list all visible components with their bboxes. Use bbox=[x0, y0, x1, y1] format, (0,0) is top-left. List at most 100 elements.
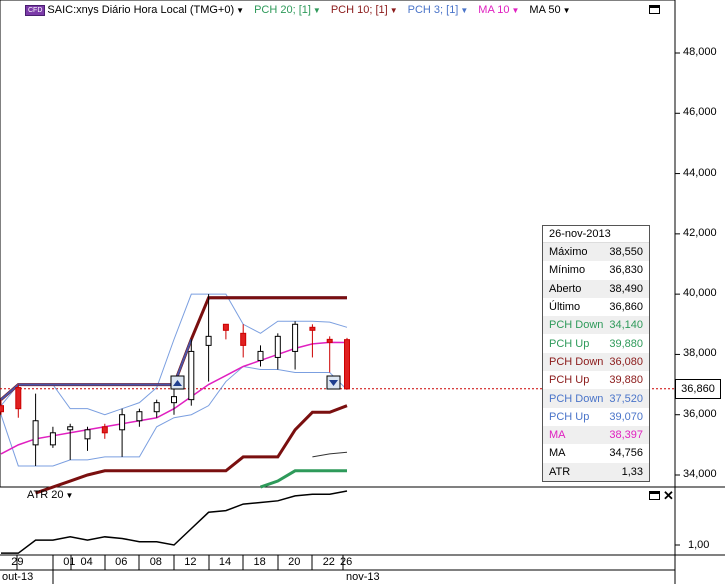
dropdown-arrow-icon: ▼ bbox=[511, 5, 520, 15]
price-tick-label: 44,000 bbox=[683, 166, 717, 179]
data-window-value: 39,070 bbox=[609, 410, 643, 423]
cfd-badge: CFD bbox=[25, 4, 46, 16]
data-window-row: Último 36,860 bbox=[543, 298, 649, 316]
data-window-label: MA bbox=[549, 429, 566, 442]
candle-body[interactable] bbox=[32, 420, 39, 446]
candle-body[interactable] bbox=[49, 432, 56, 446]
date-tick-label: 01 bbox=[63, 556, 76, 568]
data-window-label: Mínimo bbox=[549, 264, 586, 277]
pch10-down-line bbox=[35, 404, 348, 495]
month-label: nov-13 bbox=[346, 571, 380, 583]
symbol-label[interactable]: SAIC:xnys Diário Hora Local (TMG+0) ▼ bbox=[47, 4, 244, 16]
price-tick-label: 42,000 bbox=[683, 226, 717, 239]
dropdown-arrow-icon: ▼ bbox=[236, 5, 245, 15]
indicator-pch20[interactable]: PCH 20; [1] ▼ bbox=[254, 4, 321, 16]
indicator-ma10[interactable]: MA 10 ▼ bbox=[478, 4, 519, 16]
price-tick-label: 48,000 bbox=[683, 46, 717, 58]
price-tick-label: 40,000 bbox=[683, 287, 717, 300]
data-window-label: PCH Down bbox=[549, 319, 604, 332]
data-window-value: 37,520 bbox=[609, 392, 643, 405]
dropdown-arrow-icon: ▼ bbox=[65, 490, 74, 500]
candle-body[interactable] bbox=[188, 350, 195, 401]
indicator-label: ATR 20 bbox=[27, 489, 64, 501]
data-window-row: PCH Down 37,520 bbox=[543, 389, 649, 408]
data-window-row: Máximo 38,550 bbox=[543, 243, 649, 262]
data-window-label: ATR bbox=[549, 465, 571, 478]
indicator-label: PCH 3; [1] bbox=[407, 4, 459, 16]
candle-body[interactable] bbox=[222, 323, 229, 331]
dropdown-arrow-icon: ▼ bbox=[389, 5, 398, 15]
data-window-label: PCH Up bbox=[549, 410, 590, 423]
candle-body[interactable] bbox=[257, 350, 264, 361]
candle-body[interactable] bbox=[171, 396, 177, 404]
indicator-label: MA 50 bbox=[529, 4, 561, 16]
dropdown-arrow-icon: ▼ bbox=[460, 5, 469, 15]
data-window-value: 38,397 bbox=[609, 429, 643, 442]
candle-body[interactable] bbox=[67, 426, 74, 431]
data-window-label: PCH Up bbox=[549, 337, 590, 350]
maximize-atr-panel-button[interactable] bbox=[649, 491, 660, 500]
data-window-label: PCH Down bbox=[549, 355, 604, 368]
data-window-value: 36,830 bbox=[609, 264, 643, 277]
dropdown-arrow-icon: ▼ bbox=[312, 5, 321, 15]
data-window-label: PCH Down bbox=[549, 392, 604, 405]
price-tick-label: 36,000 bbox=[683, 407, 717, 420]
chart-window: CFD SAIC:xnys Diário Hora Local (TMG+0) ▼… bbox=[0, 0, 725, 584]
data-window-row: ATR 1,33 bbox=[543, 462, 649, 481]
chart-legend: CFD SAIC:xnys Diário Hora Local (TMG+0) ▼… bbox=[0, 0, 675, 20]
candle-body[interactable] bbox=[309, 326, 316, 331]
candle-body[interactable] bbox=[0, 405, 4, 413]
date-tick-label: 06 bbox=[115, 556, 128, 568]
data-window-row: PCH Up 39,070 bbox=[543, 408, 649, 426]
candle-body[interactable] bbox=[205, 335, 212, 346]
indicator-label: MA 10 bbox=[478, 4, 510, 16]
data-window-label: MA bbox=[549, 447, 566, 460]
data-window-date: 26-nov-2013 bbox=[543, 226, 649, 243]
date-tick-label: 29 bbox=[11, 556, 24, 568]
data-window-row: MA 34,756 bbox=[543, 444, 649, 462]
data-window-label: PCH Up bbox=[549, 374, 590, 387]
date-tick-label: 20 bbox=[288, 556, 301, 568]
data-window-value: 39,880 bbox=[609, 374, 643, 387]
date-tick-label: 18 bbox=[253, 556, 266, 568]
candle-body[interactable] bbox=[326, 338, 333, 343]
data-window-value: 38,550 bbox=[609, 246, 643, 259]
candle-body[interactable] bbox=[136, 411, 143, 422]
atr-axis-label: 1,00 bbox=[688, 539, 710, 551]
date-tick-label: 14 bbox=[218, 556, 232, 568]
data-window-label: Aberto bbox=[549, 282, 582, 295]
candle-body[interactable] bbox=[84, 429, 91, 440]
indicator-pch3[interactable]: PCH 3; [1] ▼ bbox=[408, 4, 469, 16]
indicator-label: PCH 10; [1] bbox=[330, 4, 388, 16]
data-window-label: Máximo bbox=[549, 246, 588, 259]
data-window-row: Mínimo 36,830 bbox=[543, 261, 649, 279]
candle-body[interactable] bbox=[240, 332, 247, 346]
data-window: 26-nov-2013 Máximo 38,550 Mínimo 36,830 Aber… bbox=[542, 225, 650, 482]
last-price-label: 36,860 bbox=[675, 379, 721, 399]
data-window-value: 39,880 bbox=[609, 337, 643, 350]
indicator-label: PCH 20; [1] bbox=[254, 4, 311, 16]
candle-body[interactable] bbox=[101, 426, 108, 434]
candle-body[interactable] bbox=[292, 323, 299, 352]
date-tick-label: 12 bbox=[184, 556, 197, 568]
close-atr-panel-icon[interactable]: ✕ bbox=[663, 489, 674, 502]
candle-body[interactable] bbox=[119, 414, 126, 431]
data-window-value: 36,080 bbox=[609, 355, 643, 368]
data-window-row: MA 38,397 bbox=[543, 425, 649, 445]
maximize-price-panel-button[interactable] bbox=[649, 5, 660, 14]
candle-body[interactable] bbox=[15, 387, 22, 410]
data-window-label: Último bbox=[549, 301, 581, 314]
data-window-value: 36,860 bbox=[609, 301, 643, 314]
ma50-line bbox=[312, 451, 348, 458]
candle-body[interactable] bbox=[274, 335, 281, 358]
indicator-atr20[interactable]: ATR 20 ▼ bbox=[27, 489, 73, 501]
candle-body[interactable] bbox=[153, 402, 160, 413]
indicator-ma50[interactable]: MA 50 ▼ bbox=[529, 4, 570, 16]
date-tick-label: 22 bbox=[322, 556, 335, 568]
candle-body[interactable] bbox=[344, 339, 350, 390]
indicator-pch10[interactable]: PCH 10; [1] ▼ bbox=[331, 4, 398, 16]
date-tick-label: 08 bbox=[149, 556, 162, 568]
data-window-value: 1,33 bbox=[621, 465, 643, 478]
pch20-down-line bbox=[260, 469, 347, 489]
data-window-row: PCH Down 34,140 bbox=[543, 316, 649, 335]
